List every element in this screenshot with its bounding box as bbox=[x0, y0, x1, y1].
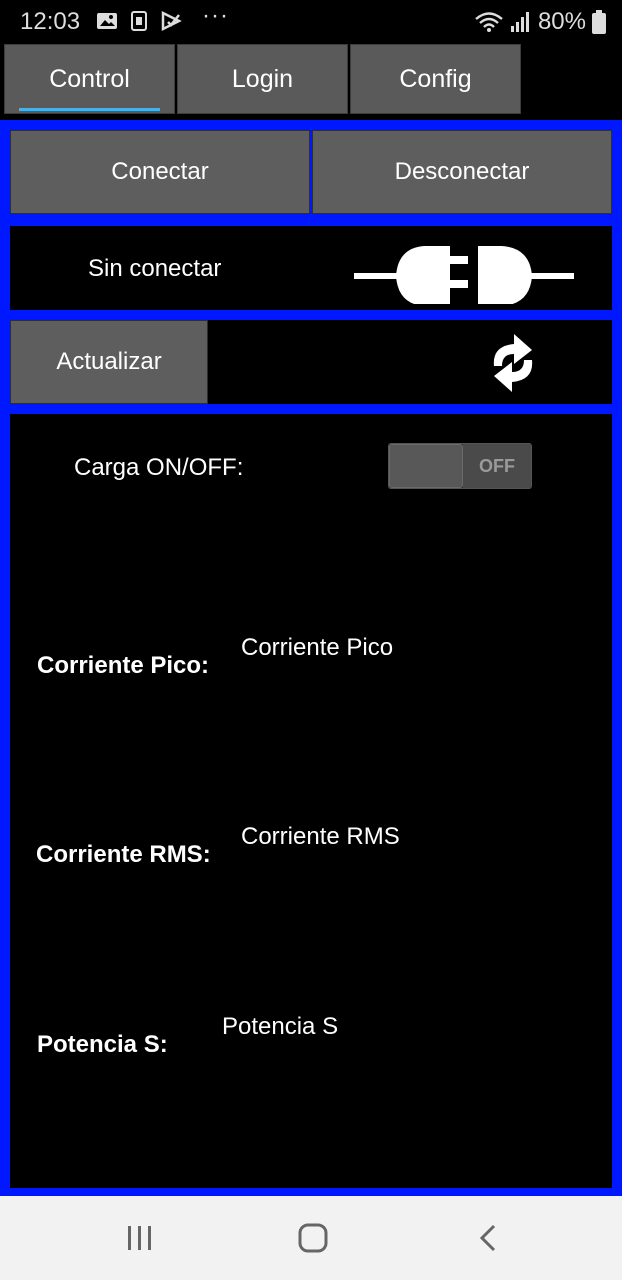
home-icon[interactable] bbox=[296, 1218, 330, 1258]
tab-bar: Control Login Config bbox=[4, 44, 521, 116]
back-icon[interactable] bbox=[476, 1218, 500, 1258]
tab-control[interactable]: Control bbox=[4, 44, 175, 114]
refresh-button-label: Actualizar bbox=[56, 348, 162, 375]
tab-control-label: Control bbox=[49, 64, 130, 93]
refresh-icon[interactable] bbox=[484, 332, 542, 394]
peak-current-value: Corriente Pico bbox=[241, 634, 394, 661]
wifi-icon bbox=[475, 12, 503, 32]
battery-icon bbox=[592, 10, 606, 34]
refresh-row: Actualizar bbox=[10, 320, 612, 404]
tab-config[interactable]: Config bbox=[350, 44, 521, 114]
system-status: 80% bbox=[474, 8, 606, 36]
refresh-button[interactable]: Actualizar bbox=[10, 320, 208, 404]
load-toggle-label: Carga ON/OFF: bbox=[74, 454, 244, 481]
peak-current-label: Corriente Pico: bbox=[37, 652, 210, 679]
status-bar: 12:03 ··· 80% bbox=[0, 0, 622, 44]
play-store-icon bbox=[161, 10, 182, 32]
gallery-icon bbox=[97, 13, 117, 29]
switch-knob bbox=[389, 444, 463, 488]
signal-icon bbox=[510, 12, 529, 32]
tab-config-label: Config bbox=[399, 64, 472, 93]
rms-current-value: Corriente RMS bbox=[241, 823, 400, 850]
connect-button[interactable]: Conectar bbox=[10, 130, 310, 214]
disconnect-button-label: Desconectar bbox=[394, 158, 530, 185]
tab-login[interactable]: Login bbox=[177, 44, 348, 114]
plug-disconnected-icon bbox=[354, 246, 574, 304]
apparent-power-value: Potencia S bbox=[222, 1013, 339, 1040]
apparent-power-label: Potencia S: bbox=[37, 1031, 168, 1058]
recent-apps-icon[interactable] bbox=[126, 1218, 154, 1258]
status-time: 12:03 bbox=[20, 8, 81, 35]
battery-percent: 80% bbox=[537, 8, 586, 35]
switch-state-text: OFF bbox=[463, 444, 531, 488]
connection-status-text: Sin conectar bbox=[88, 255, 222, 282]
more-notifications-icon: ··· bbox=[202, 2, 229, 29]
system-navigation-bar bbox=[0, 1196, 622, 1280]
connection-status-row: Sin conectar bbox=[10, 226, 612, 310]
notification-icons bbox=[96, 10, 182, 32]
connect-button-label: Conectar bbox=[111, 158, 209, 185]
sim-card-icon bbox=[131, 11, 147, 31]
measurement-panel: Carga ON/OFF: Corriente Pico: Corriente … bbox=[10, 414, 612, 1188]
connection-buttons-row: Conectar Desconectar bbox=[10, 130, 612, 214]
rms-current-label: Corriente RMS: bbox=[36, 841, 211, 868]
disconnect-button[interactable]: Desconectar bbox=[312, 130, 612, 214]
load-toggle-switch[interactable]: OFF bbox=[388, 443, 532, 489]
tab-login-label: Login bbox=[231, 64, 294, 93]
